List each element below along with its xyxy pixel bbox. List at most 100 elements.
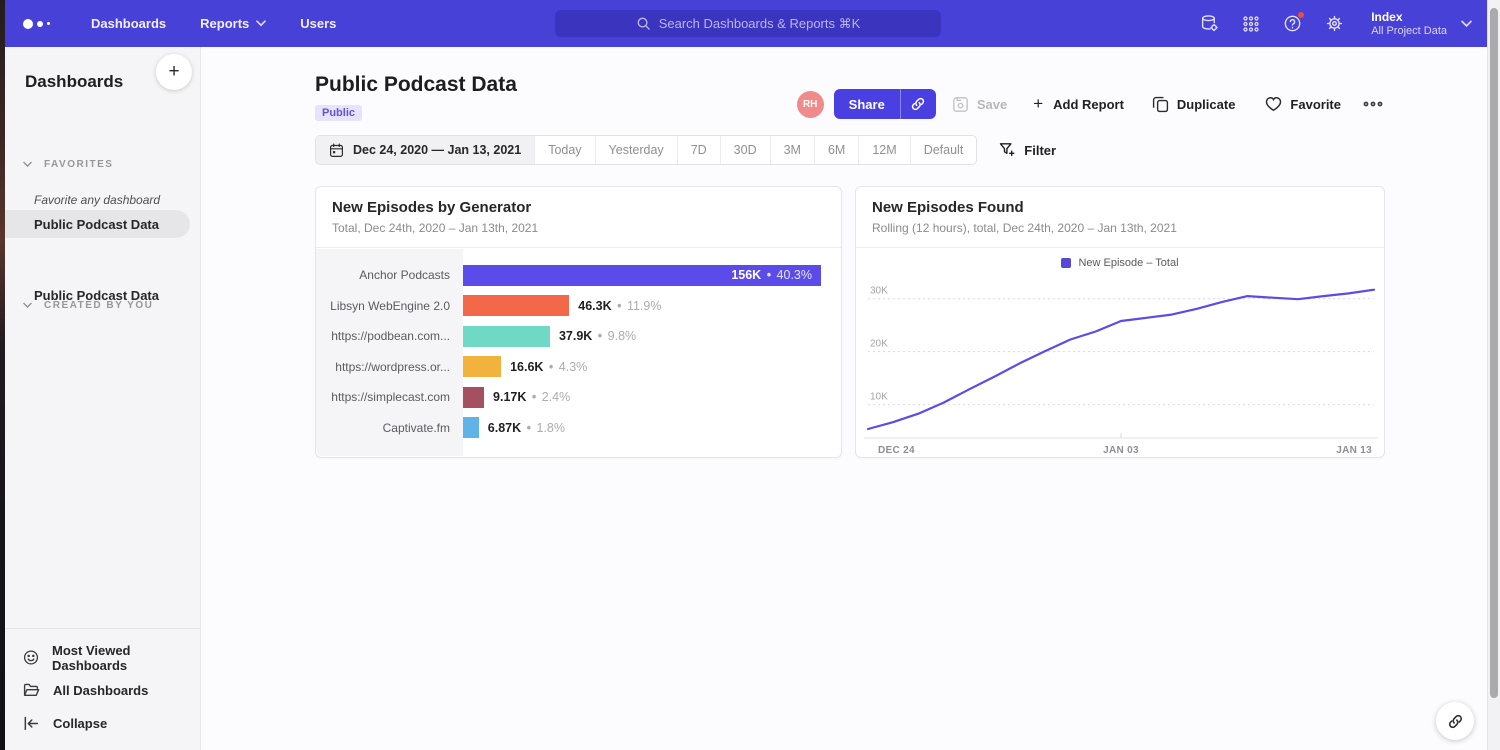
date-preset-3m[interactable]: 3M [771,136,815,164]
footer-item-label: All Dashboards [53,683,148,698]
footer-item-label: Most Viewed Dashboards [52,643,200,673]
chartable-logo-icon[interactable] [23,19,63,29]
link-icon [1447,713,1464,730]
bar-value-label: 9.17K • 2.4% [493,390,570,404]
plus-icon: + [1033,94,1043,114]
nav-right-icons: Index All Project Data [1200,0,1472,47]
nav-links: Dashboards Reports Users [91,16,336,31]
bar[interactable]: 156K • 40.3% [463,265,821,286]
calendar-icon [329,143,344,158]
card-new-episodes-by-generator: New Episodes by Generator Total, Dec 24t… [315,186,842,458]
card-header: New Episodes by Generator Total, Dec 24t… [316,187,841,248]
link-icon [910,96,926,112]
add-report-label: Add Report [1053,97,1124,112]
svg-text:10K: 10K [870,392,888,403]
sidebar-title: Dashboards [25,72,123,92]
chevron-down-icon [1461,20,1472,28]
bar-value-label: 46.3K • 11.9% [578,299,661,313]
main-content: Public Podcast Data Public RH Share Save… [201,47,1487,750]
duplicate-icon [1152,96,1169,113]
favorite-button[interactable]: Favorite [1265,96,1341,112]
filter-label: Filter [1024,143,1056,158]
bar-category-label: https://podbean.com... [316,329,463,343]
nav-item-reports[interactable]: Reports [200,16,266,31]
help-icon[interactable] [1283,14,1302,33]
sidebar-item-label: Public Podcast Data [34,288,159,303]
search-input[interactable]: Search Dashboards & Reports ⌘K [555,10,941,37]
date-preset-7d[interactable]: 7D [678,136,721,164]
bar-category-label: https://simplecast.com [316,390,463,404]
date-range-picker[interactable]: Dec 24, 2020 — Jan 13, 2021 [316,136,535,164]
share-link-button[interactable] [900,89,936,119]
project-selector[interactable]: Index All Project Data [1371,10,1472,38]
date-range-segments: Dec 24, 2020 — Jan 13, 2021 TodayYesterd… [315,135,977,165]
duplicate-label: Duplicate [1177,97,1236,112]
duplicate-button[interactable]: Duplicate [1152,96,1236,113]
all-dashboards-button[interactable]: All Dashboards [5,674,200,707]
filter-button[interactable]: Filter [999,142,1056,158]
nav-item-users[interactable]: Users [300,16,336,31]
sidebar-item-created-dashboard[interactable]: Public Podcast Data [5,281,190,309]
page-scrollbar[interactable] [1487,0,1500,750]
most-viewed-dashboards-button[interactable]: Most Viewed Dashboards [5,641,200,674]
bar[interactable] [463,387,484,408]
save-button[interactable]: Save [952,96,1007,113]
sidebar-item-recent-dashboard[interactable]: Public Podcast Data [5,210,190,238]
collapse-sidebar-button[interactable]: Collapse [5,707,200,740]
bar-row: https://wordpress.or... 16.6K • 4.3% [316,352,841,383]
bar[interactable] [463,295,569,316]
project-scope: All Project Data [1371,25,1447,38]
top-nav: Dashboards Reports Users Search Dashboar… [5,0,1500,47]
apps-grid-icon[interactable] [1242,15,1260,33]
folder-icon [23,682,40,699]
line-chart: 10K20K30KDEC 24JAN 03JAN 13 [864,265,1378,457]
bar-value-label: 16.6K • 4.3% [510,360,587,374]
nav-item-dashboards[interactable]: Dashboards [91,16,166,31]
bar[interactable] [463,417,479,438]
notification-dot [1297,11,1305,19]
date-presets: TodayYesterday7D30D3M6M12MDefault [535,136,976,164]
search-icon [636,16,651,31]
section-favorites[interactable]: FAVORITES [23,159,113,170]
bar-row: Captivate.fm6.87K • 1.8% [316,413,841,444]
bar-row: https://simplecast.com 9.17K • 2.4% [316,382,841,413]
bar-value-label: 156K • 40.3% [731,268,821,282]
more-options-button[interactable] [1363,100,1383,108]
project-text: Index All Project Data [1371,10,1447,38]
date-preset-12m[interactable]: 12M [859,136,910,164]
add-report-button[interactable]: + Add Report [1033,94,1124,114]
card-new-episodes-found: New Episodes Found Rolling (12 hours), t… [855,186,1385,458]
bar[interactable] [463,326,550,347]
card-header: New Episodes Found Rolling (12 hours), t… [856,187,1384,248]
avatar[interactable]: RH [797,91,824,118]
collapse-arrow-icon [23,715,40,732]
bar-value-label: 37.9K • 9.8% [559,329,636,343]
date-preset-today[interactable]: Today [535,136,595,164]
bar-row: Anchor Podcasts156K • 40.3% [316,260,841,291]
save-label: Save [977,97,1007,112]
date-preset-30d[interactable]: 30D [721,136,771,164]
nav-item-label: Dashboards [91,16,166,31]
add-dashboard-button[interactable]: + [156,54,192,90]
share-button-label[interactable]: Share [834,89,900,119]
bar-row: https://podbean.com... 37.9K • 9.8% [316,321,841,352]
bar-category-label: https://wordpress.or... [316,360,463,374]
heart-icon [1265,96,1282,112]
date-preset-default[interactable]: Default [911,136,977,164]
bar-row: Libsyn WebEngine 2.046.3K • 11.9% [316,291,841,322]
date-preset-yesterday[interactable]: Yesterday [596,136,678,164]
share-button[interactable]: Share [834,89,936,119]
project-name: Index [1371,10,1447,25]
data-sources-icon[interactable] [1200,14,1219,33]
card-subtitle: Rolling (12 hours), total, Dec 24th, 202… [872,221,1177,235]
section-label: FAVORITES [44,159,113,170]
date-preset-6m[interactable]: 6M [815,136,859,164]
scrollbar-thumb[interactable] [1490,8,1498,698]
settings-gear-icon[interactable] [1325,14,1344,33]
date-range-bar: Dec 24, 2020 — Jan 13, 2021 TodayYesterd… [315,135,1056,165]
public-badge: Public [315,105,362,121]
bar-chart: Anchor Podcasts156K • 40.3%Libsyn WebEng… [316,249,841,457]
copy-link-fab[interactable] [1436,702,1474,740]
bar[interactable] [463,356,501,377]
more-dots-icon [1363,100,1383,108]
